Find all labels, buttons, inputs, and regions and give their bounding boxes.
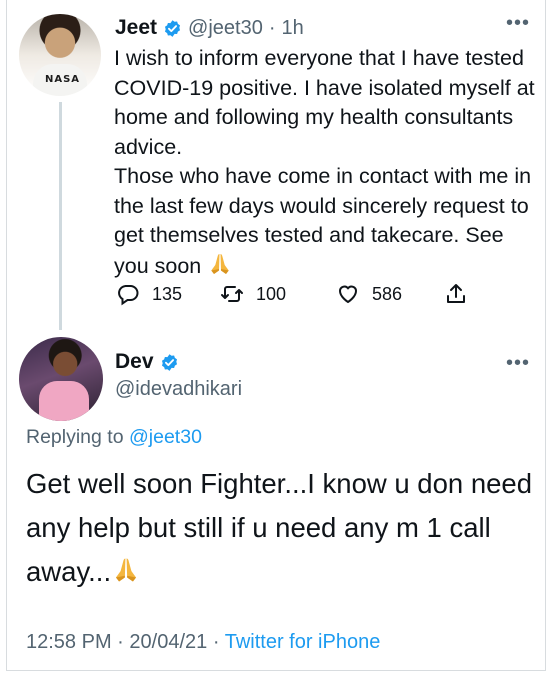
tweet-source[interactable]: Twitter for iPhone — [225, 631, 381, 653]
thread-line — [59, 102, 62, 330]
avatar-jeet[interactable]: NASA — [19, 14, 101, 96]
verified-badge-icon — [165, 19, 181, 37]
folded-hands-emoji-icon — [211, 253, 229, 274]
verified-badge-icon — [161, 353, 177, 371]
retweet-count: 100 — [256, 283, 287, 304]
tweet-text: I wish to inform everyone that I have te… — [114, 44, 539, 281]
author-name[interactable]: Jeet — [115, 16, 157, 40]
avatar-dev[interactable] — [19, 337, 103, 421]
share-icon — [447, 284, 465, 303]
reply-text: Get well soon Fighter...I know u don nee… — [26, 462, 536, 594]
reply-meta: 12:58 PM · 20/04/21 · Twitter for iPhone — [26, 631, 380, 654]
reply-author-name[interactable]: Dev — [115, 350, 154, 374]
reply-icon — [118, 285, 139, 306]
reply-date[interactable]: 20/04/21 — [129, 631, 207, 653]
reply-time[interactable]: 12:58 PM — [26, 631, 112, 653]
replying-to: Replying to @jeet30 — [26, 426, 202, 449]
header-separator: · — [268, 16, 276, 39]
meta-separator: · — [117, 631, 124, 653]
reply-header: Dev — [115, 350, 179, 374]
tweet-actions: 135 100 586 — [116, 282, 468, 306]
tweet-body: I wish to inform everyone that I have te… — [114, 46, 535, 278]
reply-author-handle[interactable]: @idevadhikari — [115, 378, 242, 401]
timestamp[interactable]: 1h — [282, 17, 304, 40]
more-options-icon[interactable]: ••• — [506, 352, 530, 375]
tweet-header: Jeet @jeet30 · 1h — [115, 16, 304, 40]
heart-icon — [338, 285, 358, 304]
replying-prefix: Replying to — [26, 426, 124, 448]
reply-count: 135 — [152, 283, 183, 304]
like-count: 586 — [372, 283, 403, 304]
author-handle[interactable]: @jeet30 — [188, 17, 263, 40]
reply-body: Get well soon Fighter...I know u don nee… — [26, 468, 532, 587]
folded-hands-emoji-icon — [116, 558, 137, 582]
retweet-icon — [221, 286, 243, 302]
reply-action[interactable]: 135 — [116, 282, 220, 306]
more-options-icon[interactable]: ••• — [506, 12, 530, 35]
share-action[interactable] — [444, 282, 468, 306]
like-action[interactable]: 586 — [336, 282, 444, 306]
replying-to-mention[interactable]: @jeet30 — [129, 426, 202, 448]
meta-separator: · — [212, 631, 220, 653]
retweet-action[interactable]: 100 — [220, 282, 336, 306]
